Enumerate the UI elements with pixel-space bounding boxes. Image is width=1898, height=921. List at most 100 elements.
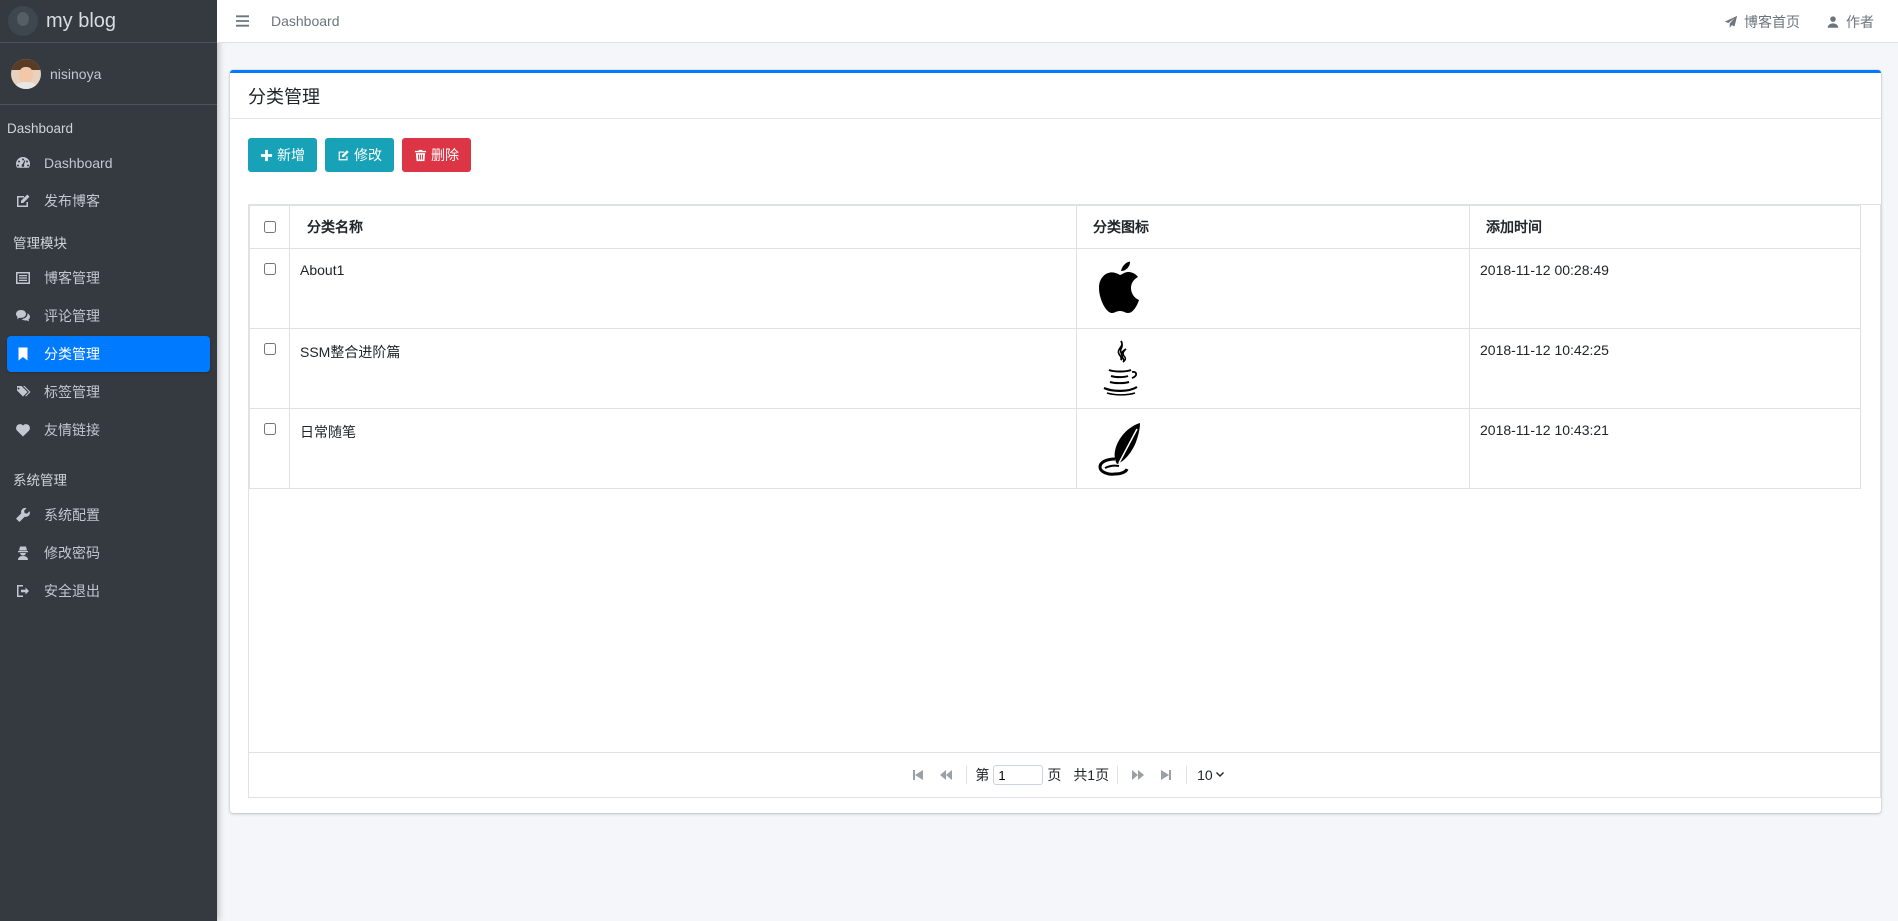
sidebar-item-label: 安全退出	[44, 583, 100, 599]
category-icon-cell	[1076, 248, 1470, 329]
forward-icon	[1132, 770, 1145, 780]
user-secret-icon	[14, 544, 32, 562]
edit-button-label: 修改	[354, 147, 382, 163]
pagination: 第 页 共1页 10	[249, 752, 1880, 797]
sidebar-item-tag-manage[interactable]: 标签管理	[7, 374, 210, 410]
row-checkbox[interactable]	[263, 263, 276, 275]
column-header-time[interactable]: 添加时间	[1469, 205, 1861, 249]
sidebar: my blog nisinoya Dashboard Dashboard 发布博…	[0, 0, 217, 921]
heart-icon	[14, 421, 32, 439]
blog-home-label: 博客首页	[1744, 13, 1800, 30]
sidebar-item-category-manage[interactable]: 分类管理	[7, 336, 210, 372]
java-icon	[1103, 340, 1138, 396]
category-icon-cell	[1076, 328, 1470, 409]
row-select-cell	[249, 328, 290, 409]
category-time: 2018-11-12 10:43:21	[1469, 408, 1861, 489]
sidebar-item-label: Dashboard	[44, 155, 113, 171]
sidebar-item-logout[interactable]: 安全退出	[7, 573, 210, 609]
delete-button[interactable]: 删除	[402, 138, 471, 172]
topbar-links: 博客首页 作者	[1724, 0, 1874, 43]
tags-icon	[14, 383, 32, 401]
category-time: 2018-11-12 10:42:25	[1469, 328, 1861, 409]
sidebar-item-dashboard[interactable]: Dashboard	[7, 145, 210, 181]
add-button[interactable]: 新增	[248, 138, 317, 172]
category-card: 分类管理 新增 修改 删除 分类名称 分类图标 添加时间 About1 2018…	[230, 70, 1881, 813]
step-backward-icon	[913, 770, 924, 780]
add-button-label: 新增	[277, 147, 305, 163]
brand-logo	[8, 6, 38, 36]
edit-icon	[338, 149, 349, 160]
author-link[interactable]: 作者	[1826, 12, 1874, 32]
user-name: nisinoya	[50, 65, 102, 82]
dashboard-icon	[14, 154, 32, 172]
page-total: 共1页	[1073, 767, 1110, 783]
chevron-down-icon	[1215, 772, 1224, 777]
nav-header-dashboard: Dashboard	[7, 121, 74, 136]
pager-divider	[1186, 766, 1188, 784]
apple-icon	[1099, 261, 1139, 313]
pager-divider	[966, 766, 968, 784]
edit-icon	[14, 192, 32, 210]
page-size-value: 10	[1197, 767, 1213, 783]
menu-toggle-button[interactable]	[217, 0, 267, 43]
plus-icon	[260, 149, 273, 161]
pager-divider	[1117, 766, 1119, 784]
topbar: Dashboard 博客首页 作者	[217, 0, 1898, 43]
card-title: 分类管理	[230, 73, 1881, 119]
last-page-button[interactable]	[1155, 764, 1177, 786]
table-row[interactable]: SSM整合进阶篇 2018-11-12 10:42:25	[249, 328, 1861, 409]
page-prefix: 第	[975, 767, 990, 783]
category-time: 2018-11-12 00:28:49	[1469, 248, 1861, 329]
row-checkbox[interactable]	[263, 343, 276, 355]
topbar-breadcrumb[interactable]: Dashboard	[271, 13, 340, 29]
author-label: 作者	[1846, 13, 1874, 30]
paper-plane-icon	[1724, 15, 1738, 28]
step-forward-icon	[1161, 770, 1172, 780]
page-number-input[interactable]	[993, 765, 1044, 785]
toolbar: 新增 修改 删除	[248, 138, 471, 172]
list-icon	[14, 269, 32, 287]
sidebar-item-comment-manage[interactable]: 评论管理	[7, 298, 210, 334]
trash-icon	[414, 149, 427, 161]
nav-header-manage: 管理模块	[13, 236, 67, 251]
blog-home-link[interactable]: 博客首页	[1724, 12, 1800, 32]
column-header-name[interactable]: 分类名称	[289, 205, 1077, 249]
prev-page-button[interactable]	[935, 764, 957, 786]
sidebar-item-label: 友情链接	[44, 422, 100, 438]
wrench-icon	[14, 506, 32, 524]
brand[interactable]: my blog	[0, 0, 217, 43]
bookmark-icon	[14, 345, 32, 363]
category-name: About1	[289, 248, 1077, 329]
first-page-button[interactable]	[907, 764, 929, 786]
column-header-icon[interactable]: 分类图标	[1076, 205, 1470, 249]
nav-header-system: 系统管理	[13, 473, 67, 488]
select-all-checkbox[interactable]	[263, 220, 276, 233]
category-name: SSM整合进阶篇	[289, 328, 1077, 409]
sidebar-item-publish-blog[interactable]: 发布博客	[7, 183, 210, 219]
sign-out-icon	[14, 582, 32, 600]
delete-button-label: 删除	[431, 147, 459, 163]
sidebar-item-friend-links[interactable]: 友情链接	[7, 412, 210, 448]
row-checkbox[interactable]	[263, 423, 276, 435]
avatar	[11, 58, 41, 89]
next-page-button[interactable]	[1127, 764, 1149, 786]
backward-icon	[940, 770, 953, 780]
sidebar-item-change-password[interactable]: 修改密码	[7, 535, 210, 571]
sidebar-item-label: 标签管理	[44, 384, 100, 400]
page-size-select[interactable]: 10	[1197, 767, 1225, 783]
table-row[interactable]: About1 2018-11-12 00:28:49	[249, 248, 1861, 329]
sidebar-item-label: 博客管理	[44, 270, 100, 286]
row-select-cell	[249, 248, 290, 329]
edit-button[interactable]: 修改	[325, 138, 394, 172]
user-icon	[1827, 15, 1839, 28]
user-panel[interactable]: nisinoya	[0, 43, 217, 105]
sidebar-item-label: 分类管理	[44, 346, 100, 362]
sidebar-item-label: 发布博客	[44, 193, 100, 209]
brand-text: my blog	[46, 9, 117, 32]
table-row[interactable]: 日常随笔 2018-11-12 10:43:21	[249, 408, 1861, 489]
sidebar-item-system-config[interactable]: 系统配置	[7, 497, 210, 533]
select-all-cell	[249, 205, 290, 249]
comments-icon	[14, 307, 32, 325]
sidebar-item-label: 评论管理	[44, 308, 100, 324]
sidebar-item-blog-manage[interactable]: 博客管理	[7, 260, 210, 296]
